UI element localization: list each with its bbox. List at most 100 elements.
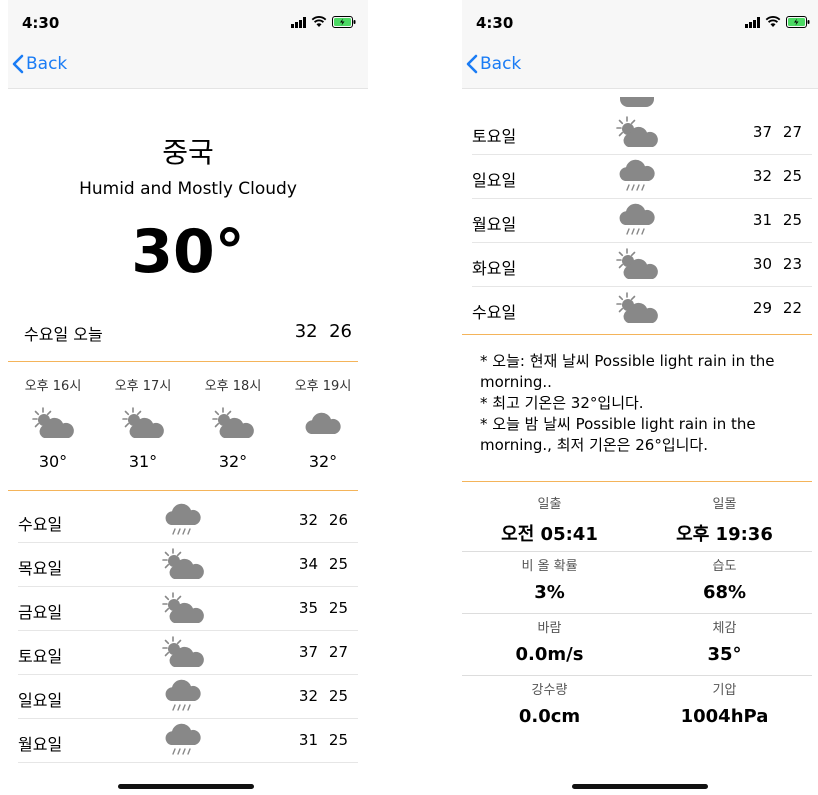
detail-pressure: 기압 1004hPa (637, 679, 812, 727)
day-high: 34 (298, 555, 318, 573)
detail-sunset: 일몰 오후 19:36 (637, 493, 812, 546)
day-low: 27 (782, 123, 802, 141)
detail-label: 강수량 (531, 683, 568, 698)
daily-row: 월요일 31 25 (18, 719, 358, 763)
rain-icon (612, 201, 662, 241)
day-high: 31 (298, 731, 318, 749)
wifi-icon (765, 16, 781, 27)
weather-scroll[interactable]: 중국 Humid and Mostly Cloudy 30° 수요일 오늘 32… (8, 89, 368, 769)
hour-label: 오후 16시 (24, 379, 82, 394)
day-high: 32 (298, 687, 318, 705)
divider (462, 481, 812, 482)
detail-value: 3% (534, 582, 565, 603)
hour-item: 오후 17시 31° (98, 375, 188, 471)
home-indicator[interactable] (118, 784, 254, 789)
weather-notes: * 오늘: 현재 날씨 Possible light rain in the m… (480, 351, 800, 456)
detail-value: 35° (707, 644, 742, 665)
partly-cloudy-icon (188, 402, 278, 446)
chevron-left-icon (12, 54, 24, 74)
weather-scroll[interactable]: 토요일 37 27 일요일 32 25 월요일 31 25 화요일 30 23 … (462, 89, 818, 769)
signal-icon (745, 16, 760, 28)
day-high: 31 (752, 211, 772, 229)
day-name: 화요일 (472, 259, 517, 278)
partly-cloudy-icon (158, 545, 208, 585)
day-low: 25 (782, 211, 802, 229)
day-high: 37 (752, 123, 772, 141)
divider (462, 551, 812, 552)
hour-temp: 32° (218, 452, 248, 471)
note-line: * 오늘: 현재 날씨 Possible light rain in the m… (480, 352, 775, 391)
day-name: 일요일 (472, 171, 517, 190)
hour-temp: 31° (128, 452, 158, 471)
today-label: 수요일 오늘 (24, 325, 103, 344)
day-low: 25 (782, 167, 802, 185)
right-phone-screen: 4:30 Back 토요일 37 27 일요일 32 25 월요일 31 25 … (462, 0, 818, 795)
detail-value: 오전 05:41 (501, 524, 598, 545)
rain-icon (158, 501, 208, 541)
day-low: 25 (328, 555, 348, 573)
hour-temp: 32° (308, 452, 338, 471)
status-bar: 4:30 (462, 0, 818, 48)
partly-cloudy-icon (612, 245, 662, 285)
partly-cloudy-icon (98, 402, 188, 446)
daily-row: 일요일 32 25 (472, 155, 812, 199)
day-high: 37 (298, 643, 318, 661)
day-name: 월요일 (472, 215, 517, 234)
detail-humidity: 습도 68% (637, 555, 812, 603)
day-high: 32 (298, 511, 318, 529)
day-low: 25 (328, 687, 348, 705)
detail-precipitation: 강수량 0.0cm (462, 679, 637, 727)
day-name: 토요일 (18, 647, 63, 666)
daily-row: 일요일 32 25 (18, 675, 358, 719)
detail-label: 비 올 확률 (521, 559, 578, 574)
day-name: 월요일 (18, 735, 63, 754)
detail-rain-chance: 비 올 확률 3% (462, 555, 637, 603)
day-name: 수요일 (472, 303, 517, 322)
detail-label: 습도 (712, 559, 737, 574)
partly-cloudy-icon (612, 113, 662, 153)
back-button[interactable]: Back (466, 54, 521, 74)
divider (8, 490, 358, 491)
partly-cloudy-icon (612, 289, 662, 329)
left-phone-screen: 4:30 Back 중국 Humid and Mostly Cloudy 30°… (8, 0, 368, 795)
home-indicator[interactable] (572, 784, 708, 789)
divider (462, 675, 812, 676)
weather-summary: Humid and Mostly Cloudy (79, 179, 297, 199)
detail-label: 일출 (537, 497, 562, 512)
divider (8, 361, 358, 362)
daily-row: 금요일 35 25 (18, 587, 358, 631)
day-low: 26 (328, 511, 348, 529)
day-name: 금요일 (18, 603, 63, 622)
hourly-forecast[interactable]: 오후 16시 30° 오후 17시 31° 오후 18시 32° 오후 19시 … (8, 375, 368, 471)
back-label: Back (26, 54, 68, 74)
day-low: 27 (328, 643, 348, 661)
back-label: Back (480, 54, 522, 74)
day-low: 23 (782, 255, 802, 273)
daily-row: 토요일 37 27 (472, 111, 812, 155)
detail-wind: 바람 0.0m/s (462, 617, 637, 665)
back-button[interactable]: Back (12, 54, 67, 74)
day-low: 25 (328, 731, 348, 749)
signal-icon (291, 16, 306, 28)
rain-icon (158, 721, 208, 761)
divider (462, 334, 812, 335)
detail-value: 오후 19:36 (676, 524, 773, 545)
detail-value: 0.0cm (518, 706, 581, 727)
cloud-icon (278, 402, 368, 446)
status-icons (745, 16, 810, 28)
detail-feels-like: 체감 35° (637, 617, 812, 665)
today-row: 수요일 오늘 32 26 (24, 321, 352, 345)
today-high: 32 (294, 321, 318, 342)
day-name: 목요일 (18, 559, 63, 578)
day-high: 32 (752, 167, 772, 185)
daily-row: 토요일 37 27 (18, 631, 358, 675)
note-line: * 최고 기온은 32°입니다. (480, 394, 644, 412)
detail-value: 1004hPa (680, 706, 769, 727)
hour-item: 오후 18시 32° (188, 375, 278, 471)
note-line: * 오늘 밤 날씨 Possible light rain in the mor… (480, 415, 756, 454)
detail-label: 체감 (712, 621, 737, 636)
partly-cloudy-icon (8, 402, 98, 446)
daily-row: 목요일 34 25 (18, 543, 358, 587)
divider (462, 613, 812, 614)
status-bar: 4:30 (8, 0, 368, 48)
